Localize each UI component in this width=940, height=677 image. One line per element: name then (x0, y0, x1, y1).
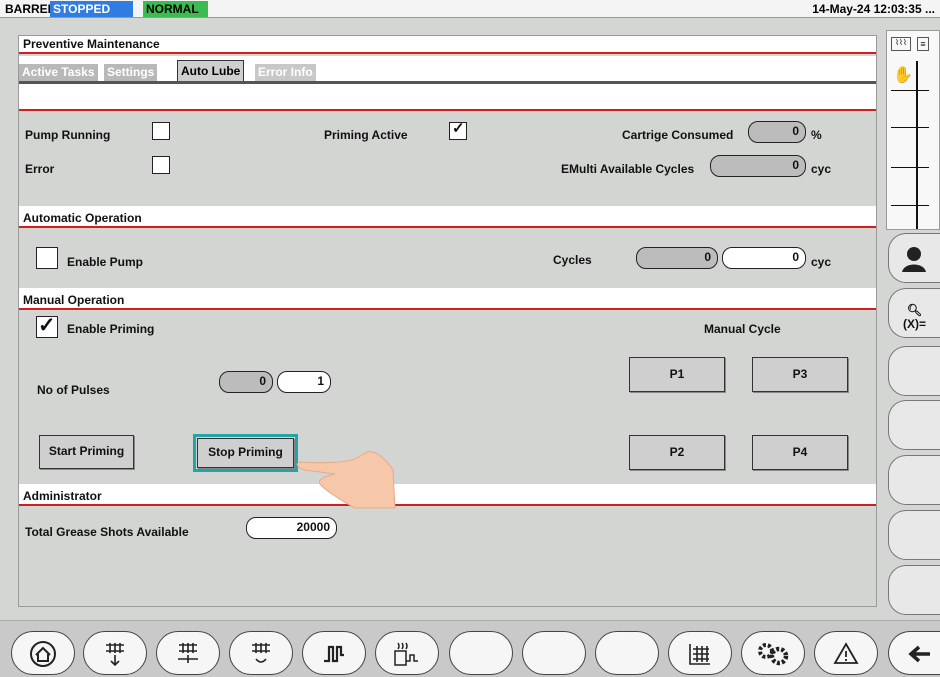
grid-icon (689, 644, 710, 665)
back-button[interactable] (888, 631, 940, 675)
mold-open-icon (106, 643, 124, 667)
panel-title: Preventive Maintenance (23, 37, 160, 51)
administrator-title: Administrator (23, 489, 102, 503)
emulti-cycles-label: EMulti Available Cycles (561, 162, 695, 176)
toolbar-button-empty[interactable] (449, 631, 513, 675)
settings-button[interactable] (741, 631, 805, 675)
grease-shots-value: 20000 (246, 517, 337, 539)
status-cell (891, 168, 929, 206)
status-section-divider (19, 84, 876, 111)
priming-active-label: Priming Active (324, 128, 408, 142)
automatic-operation-header: Automatic Operation (19, 206, 876, 228)
p4-button[interactable]: P4 (752, 435, 848, 470)
mold-close-button[interactable] (156, 631, 220, 675)
formula-button[interactable]: 🔍︎ (X)= (888, 288, 940, 338)
injection-icon (324, 645, 344, 663)
pulses-actual-value: 0 (219, 371, 273, 393)
preventive-maintenance-panel: Preventive Maintenance Active Tasks Sett… (18, 35, 877, 607)
administrator-header: Administrator (19, 484, 876, 506)
error-indicator (152, 156, 170, 174)
emulti-cycles-value: 0 (710, 155, 806, 177)
p1-button[interactable]: P1 (629, 357, 725, 392)
side-button-empty[interactable] (888, 455, 940, 505)
right-toolbar: ⌇⌇⌇ ≡ ✋ 🔍︎ (X)= (886, 30, 940, 620)
mode-badge: NORMAL (143, 1, 208, 17)
cycles-label: Cycles (553, 253, 592, 267)
enable-priming-label: Enable Priming (67, 322, 155, 336)
cartridge-consumed-value: 0 (748, 121, 806, 143)
check-icon: ✓ (38, 314, 56, 337)
p3-button[interactable]: P3 (752, 357, 848, 392)
formula-icon: 🔍︎ (X)= (902, 303, 926, 331)
cartridge-unit: % (811, 128, 822, 142)
hand-stop-icon: ✋ (893, 67, 913, 84)
injection-button[interactable] (302, 631, 366, 675)
settings-gears-icon (758, 643, 789, 666)
cartridge-consumed-label: Cartrige Consumed (622, 128, 734, 142)
error-label: Error (25, 162, 55, 176)
status-divider (916, 61, 918, 229)
cycles-actual-value: 0 (636, 247, 718, 269)
grease-shots-label: Total Grease Shots Available (25, 525, 189, 539)
manual-operation-title: Manual Operation (23, 293, 125, 307)
cycles-setpoint-input[interactable]: 0 (722, 247, 806, 269)
panel-title-bar: Preventive Maintenance (19, 36, 876, 54)
tab-active-tasks[interactable]: Active Tasks (19, 64, 98, 82)
priming-active-indicator: ✓ (449, 120, 467, 140)
side-button-empty[interactable] (888, 510, 940, 560)
p2-button[interactable]: P2 (629, 435, 725, 470)
ejector-button[interactable] (229, 631, 293, 675)
operator-icon (902, 247, 926, 272)
enable-priming-checkbox[interactable]: ✓ (36, 314, 58, 338)
machine-state-badge: STOPPED (50, 1, 133, 17)
bottom-toolbar (0, 620, 940, 677)
side-button-empty[interactable] (888, 400, 940, 450)
ejector-icon (252, 643, 270, 663)
manual-cycle-label: Manual Cycle (704, 322, 781, 336)
status-cell (891, 91, 929, 128)
heater-button[interactable] (375, 631, 439, 675)
status-bar: BARREL STOPPED NORMAL 14-May-24 12:03:35… (0, 0, 940, 18)
home-button[interactable] (11, 631, 75, 675)
toolbar-button-empty[interactable] (522, 631, 586, 675)
mini-status-panel: ⌇⌇⌇ ≡ ✋ (886, 30, 940, 230)
list-icon: ≡ (917, 37, 929, 51)
tab-settings[interactable]: Settings (104, 64, 158, 82)
alarm-warning-icon (833, 642, 859, 664)
tab-error-info[interactable]: Error Info (255, 64, 316, 82)
pump-running-indicator (152, 122, 170, 140)
enable-pump-label: Enable Pump (67, 255, 144, 269)
status-cell (891, 128, 929, 168)
cycles-unit: cyc (811, 255, 832, 269)
datetime: 14-May-24 12:03:35 ... (812, 2, 935, 16)
tab-auto-lube[interactable]: Auto Lube (177, 60, 245, 82)
side-button-empty[interactable] (888, 346, 940, 396)
alarm-button[interactable] (814, 631, 878, 675)
heater-icon (394, 642, 418, 666)
automatic-operation-title: Automatic Operation (23, 211, 142, 225)
start-priming-button[interactable]: Start Priming (39, 435, 134, 469)
manual-operation-header: Manual Operation (19, 288, 876, 310)
side-button-empty[interactable] (888, 565, 940, 615)
emulti-cycles-unit: cyc (811, 162, 832, 176)
pump-running-label: Pump Running (25, 128, 111, 142)
back-arrow-icon (907, 645, 930, 663)
pulses-setpoint-input[interactable]: 1 (277, 371, 331, 393)
home-icon (30, 641, 56, 667)
pointing-hand-icon (295, 440, 400, 513)
mold-close-icon (178, 643, 198, 663)
heater-icon: ⌇⌇⌇ (891, 37, 911, 51)
grid-button[interactable] (668, 631, 732, 675)
mold-open-button[interactable] (83, 631, 147, 675)
check-icon: ✓ (452, 120, 465, 137)
stop-priming-button[interactable]: Stop Priming (193, 434, 298, 472)
toolbar-button-empty[interactable] (595, 631, 659, 675)
operator-button[interactable] (888, 233, 940, 283)
enable-pump-checkbox[interactable] (36, 247, 58, 269)
pulses-label: No of Pulses (37, 383, 110, 397)
